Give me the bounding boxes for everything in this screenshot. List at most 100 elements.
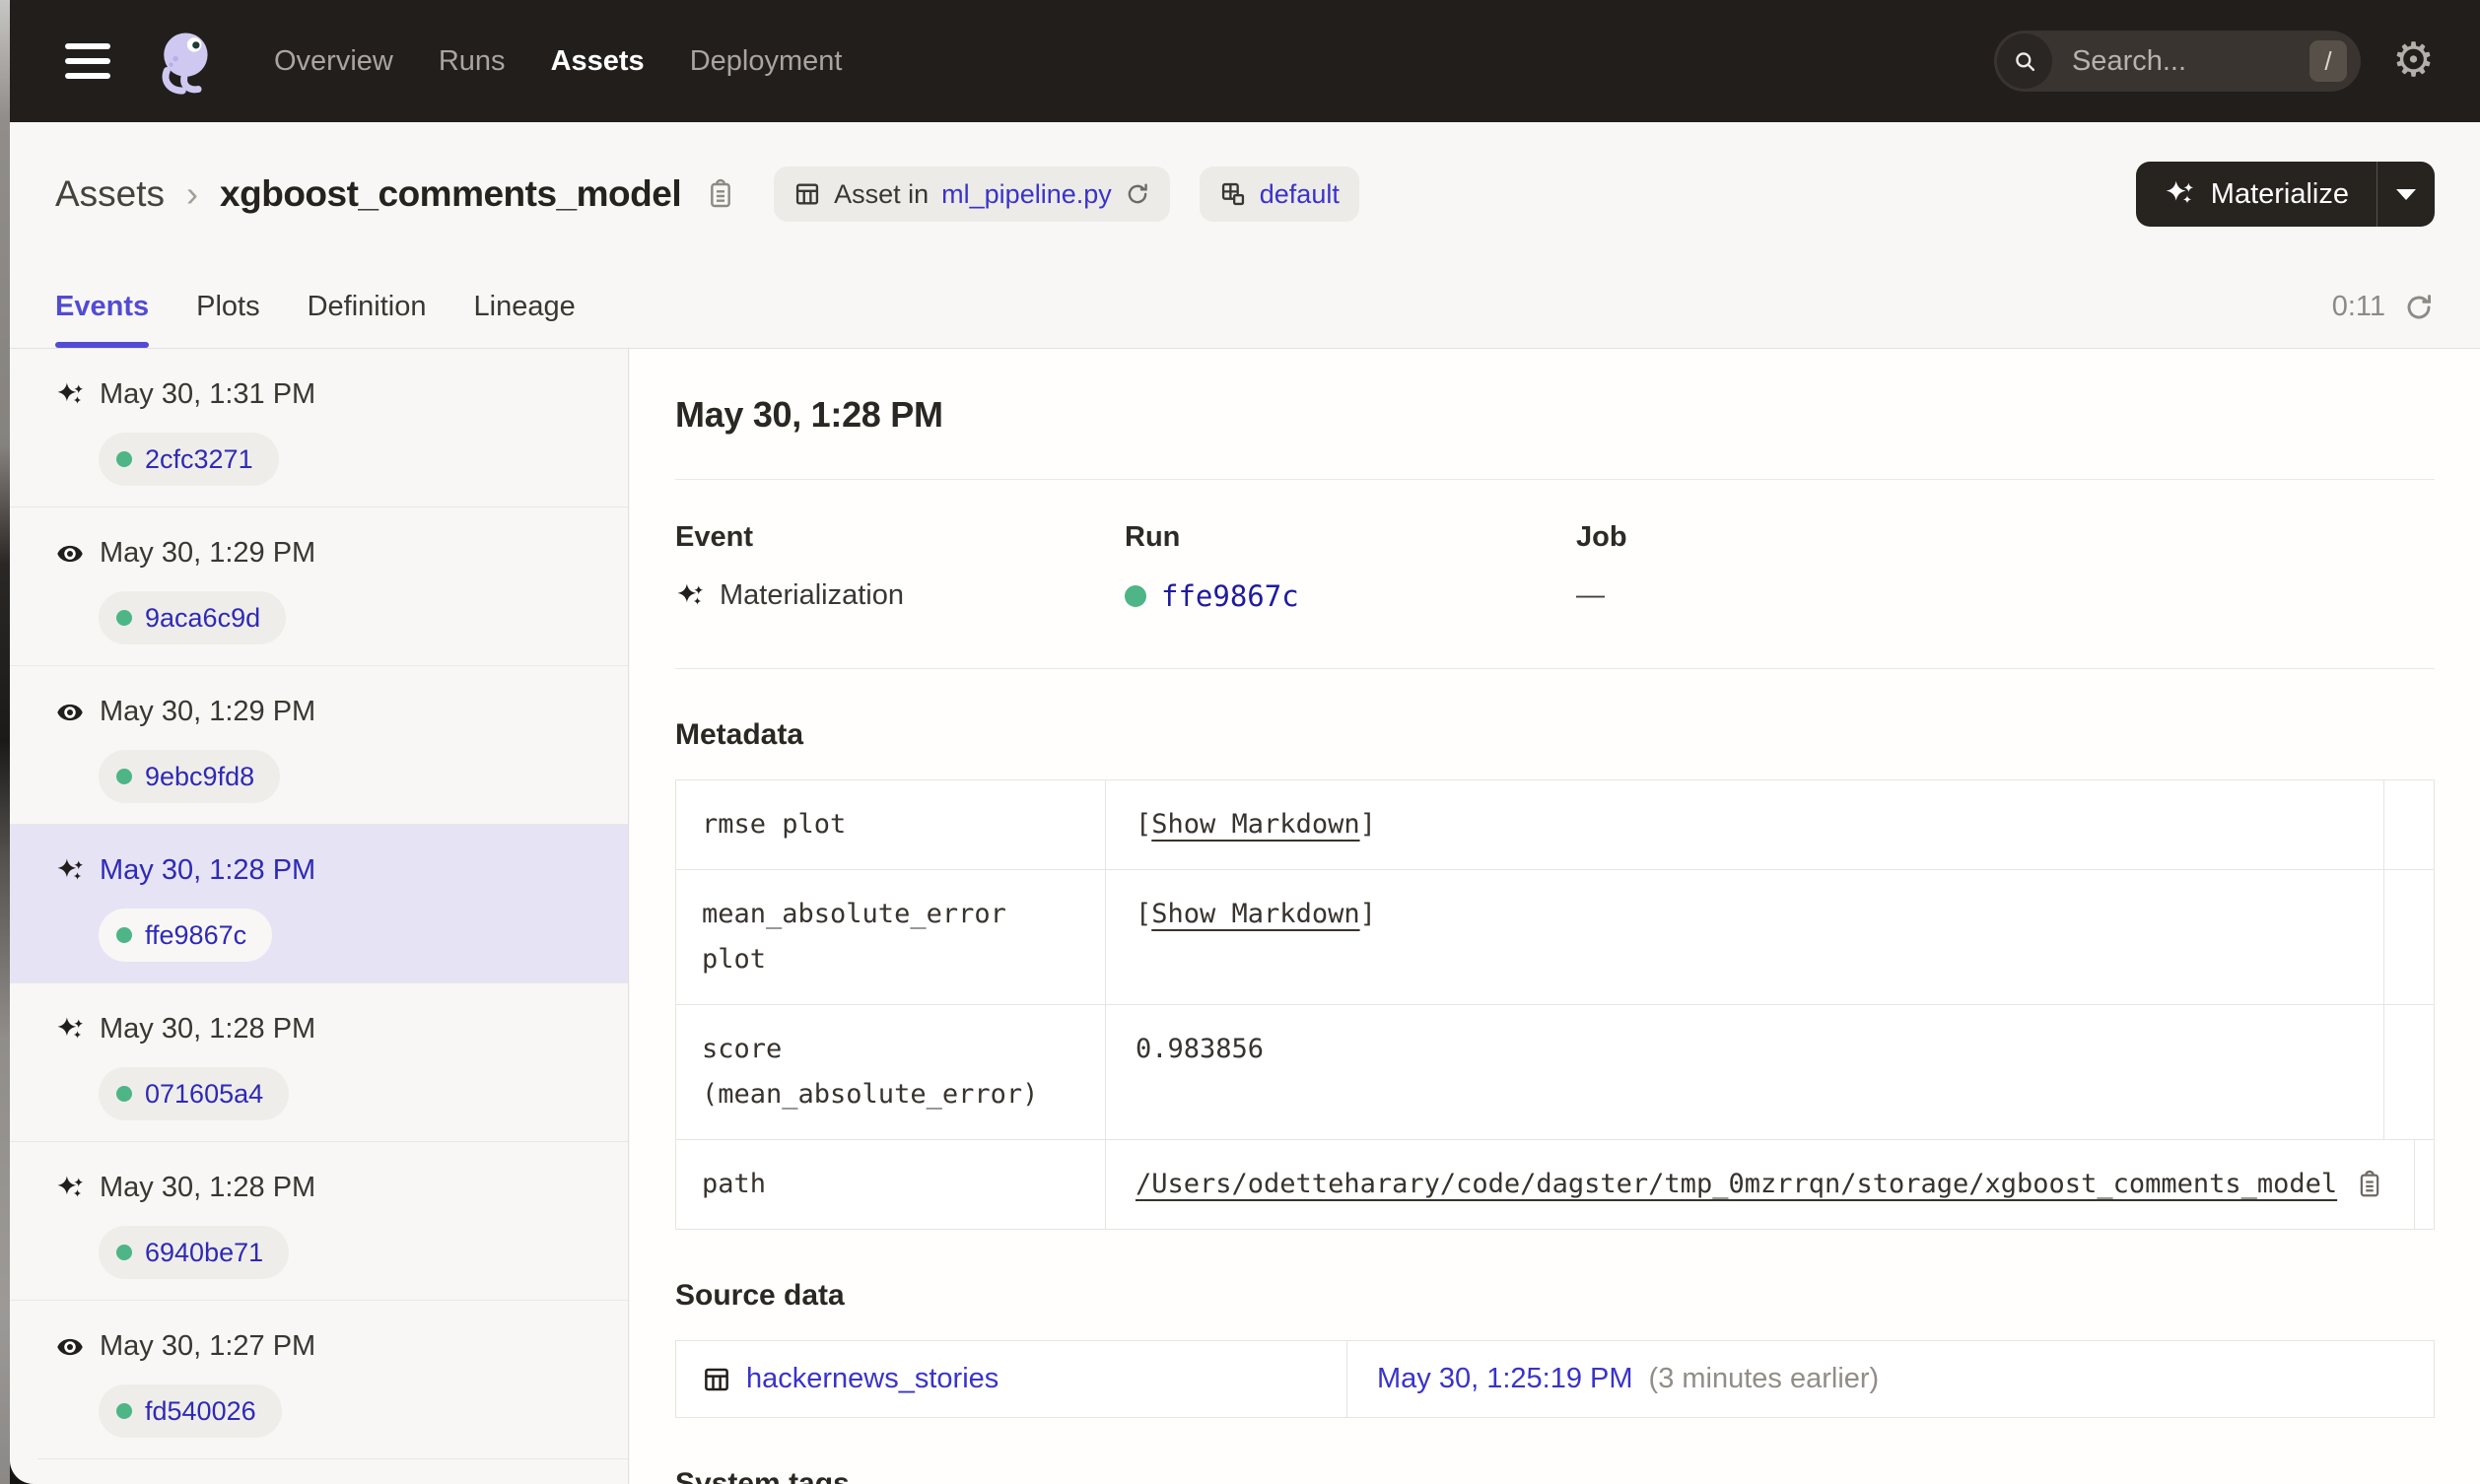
metadata-key: mean_absolute_error plot	[676, 870, 1106, 1004]
run-status-dot	[116, 927, 132, 943]
event-timestamp: May 30, 1:31 PM	[100, 378, 316, 410]
run-id-link[interactable]: 9ebc9fd8	[145, 762, 254, 792]
window-corner-artifact	[10, 1456, 37, 1484]
run-id-link[interactable]: 9aca6c9d	[145, 603, 260, 634]
event-row: May 30, 1:28 PM	[55, 854, 628, 887]
run-id-badge[interactable]: 6940be71	[99, 1226, 290, 1279]
metadata-key: path	[676, 1140, 1106, 1229]
code-location-link[interactable]: ml_pipeline.py	[941, 179, 1112, 210]
event-timestamp: May 30, 1:28 PM	[100, 1172, 316, 1203]
copy-icon[interactable]	[2355, 1169, 2384, 1200]
asset-definition-badge: Asset in ml_pipeline.py	[774, 167, 1170, 222]
metadata-value: [Show Markdown]	[1106, 780, 2384, 869]
search-input[interactable]: Search... /	[1993, 31, 2361, 92]
event-list-item[interactable]: May 30, 1:28 PM 071605a4	[10, 983, 628, 1142]
asset-table-icon	[702, 1365, 731, 1394]
asset-group-icon	[1219, 180, 1247, 208]
metadata-value: 0.983856	[1106, 1005, 2384, 1139]
materialize-dropdown-button[interactable]	[2377, 162, 2435, 227]
tab-plots[interactable]: Plots	[196, 266, 259, 348]
run-id-badge[interactable]: 071605a4	[99, 1067, 290, 1120]
nav-item[interactable]: Assets	[551, 45, 645, 78]
metadata-text-value: 0.983856	[1136, 1034, 1265, 1064]
breadcrumb-assets-link[interactable]: Assets	[55, 173, 165, 215]
nav-item[interactable]: Overview	[274, 45, 393, 78]
run-id-badge[interactable]: 9aca6c9d	[99, 591, 287, 644]
event-row: May 30, 1:29 PM	[55, 537, 628, 570]
event-label: Event	[675, 521, 753, 553]
run-id-link[interactable]: fd540026	[145, 1396, 256, 1427]
asset-group-link[interactable]: default	[1260, 179, 1340, 210]
asset-group-badge: default	[1199, 167, 1359, 222]
dagster-app-window: Overview Runs Assets Deployment Search... /…	[0, 0, 2480, 1484]
materialize-label: Materialize	[2210, 177, 2349, 210]
path-link[interactable]: /Users/odetteharary/code/dagster/tmp_0mz…	[1136, 1162, 2337, 1207]
source-timestamp-link[interactable]: May 30, 1:25:19 PM	[1377, 1363, 1633, 1395]
system-tags-heading: System tags	[675, 1467, 850, 1484]
event-row: May 30, 1:29 PM	[55, 696, 628, 728]
nav-item[interactable]: Runs	[439, 45, 506, 78]
materialization-icon	[55, 856, 85, 886]
materialization-icon	[675, 581, 705, 611]
refresh-icon[interactable]	[2403, 292, 2435, 323]
run-id-badge[interactable]: fd540026	[99, 1384, 282, 1438]
run-id-link[interactable]: ffe9867c	[145, 920, 246, 951]
reload-location-icon[interactable]	[1125, 181, 1150, 207]
materialize-split-button: Materialize	[2135, 162, 2435, 227]
show-markdown-link[interactable]: [Show Markdown]	[1136, 892, 1376, 937]
job-value: —	[1576, 579, 1605, 611]
search-icon	[1996, 34, 2052, 89]
run-id-link[interactable]: ffe9867c	[1161, 579, 1299, 613]
run-id-link[interactable]: 071605a4	[145, 1079, 263, 1110]
copy-asset-name-icon[interactable]	[705, 177, 736, 211]
event-list-item[interactable]: May 30, 1:31 PM 2cfc3271	[10, 349, 628, 507]
event-list-item[interactable]: May 30, 1:28 PM ffe9867c	[10, 825, 628, 983]
observation-icon	[55, 1332, 85, 1362]
gear-icon[interactable]: ⚙	[2392, 37, 2435, 85]
materialization-icon	[55, 1174, 85, 1203]
observation-icon	[55, 539, 85, 569]
tab-bar: Events Plots Definition Lineage 0:11	[10, 266, 2480, 349]
run-id-link[interactable]: 6940be71	[145, 1238, 263, 1268]
run-status-dot	[116, 1245, 132, 1260]
event-list-item[interactable]: May 30, 1:27 PM fd540026	[10, 1301, 628, 1459]
run-id-badge[interactable]: ffe9867c	[99, 909, 273, 962]
run-id-badge[interactable]: 2cfc3271	[99, 433, 279, 486]
nav-item[interactable]: Deployment	[690, 45, 843, 78]
nav-links: Overview Runs Assets Deployment	[274, 45, 842, 78]
event-row: May 30, 1:27 PM	[55, 1330, 628, 1363]
dagster-logo-icon[interactable]	[150, 24, 225, 99]
tab-events[interactable]: Events	[55, 266, 150, 348]
menu-icon[interactable]	[65, 43, 110, 79]
metadata-spare-cell	[2384, 1005, 2434, 1139]
event-timestamp: May 30, 1:28 PM	[100, 1013, 316, 1045]
metadata-table: rmse plot [Show Markdown] mean_absolute_…	[675, 779, 2435, 1230]
run-status-dot	[116, 1403, 132, 1419]
source-asset-link[interactable]: hackernews_stories	[746, 1363, 999, 1395]
metadata-spare-cell	[2384, 780, 2434, 869]
tab-lineage[interactable]: Lineage	[474, 266, 576, 348]
run-status-dot	[116, 610, 132, 626]
event-timestamp: May 30, 1:28 PM	[100, 854, 316, 886]
event-row: May 30, 1:31 PM	[55, 378, 628, 411]
event-list-item[interactable]: May 30, 1:28 PM 6940be71	[10, 1142, 628, 1301]
metadata-value: /Users/odetteharary/code/dagster/tmp_0mz…	[1106, 1140, 2416, 1229]
event-list-item[interactable]: May 30, 1:29 PM 9ebc9fd8	[10, 666, 628, 825]
metadata-spare-cell	[2415, 1140, 2464, 1229]
materialization-icon	[55, 380, 85, 410]
event-timestamp: May 30, 1:27 PM	[100, 1330, 316, 1362]
event-summary: Event Materialization Run ffe9867c Job —	[675, 521, 2435, 613]
event-list-item[interactable]: May 30, 1:29 PM 9aca6c9d	[10, 507, 628, 666]
source-data-heading: Source data	[675, 1279, 845, 1312]
run-id-badge[interactable]: 9ebc9fd8	[99, 750, 281, 803]
show-markdown-link[interactable]: [Show Markdown]	[1136, 802, 1376, 847]
run-id-link[interactable]: 2cfc3271	[145, 444, 253, 475]
metadata-key: rmse plot	[676, 780, 1106, 869]
tab-definition[interactable]: Definition	[308, 266, 427, 348]
event-detail-panel: May 30, 1:28 PM Event Materialization Ru…	[630, 349, 2480, 1484]
run-status-dot	[116, 769, 132, 784]
event-title: May 30, 1:28 PM	[675, 394, 943, 435]
materialize-button[interactable]: Materialize	[2136, 162, 2377, 227]
observation-icon	[55, 698, 85, 727]
materialize-sparkle-icon	[2164, 178, 2195, 210]
